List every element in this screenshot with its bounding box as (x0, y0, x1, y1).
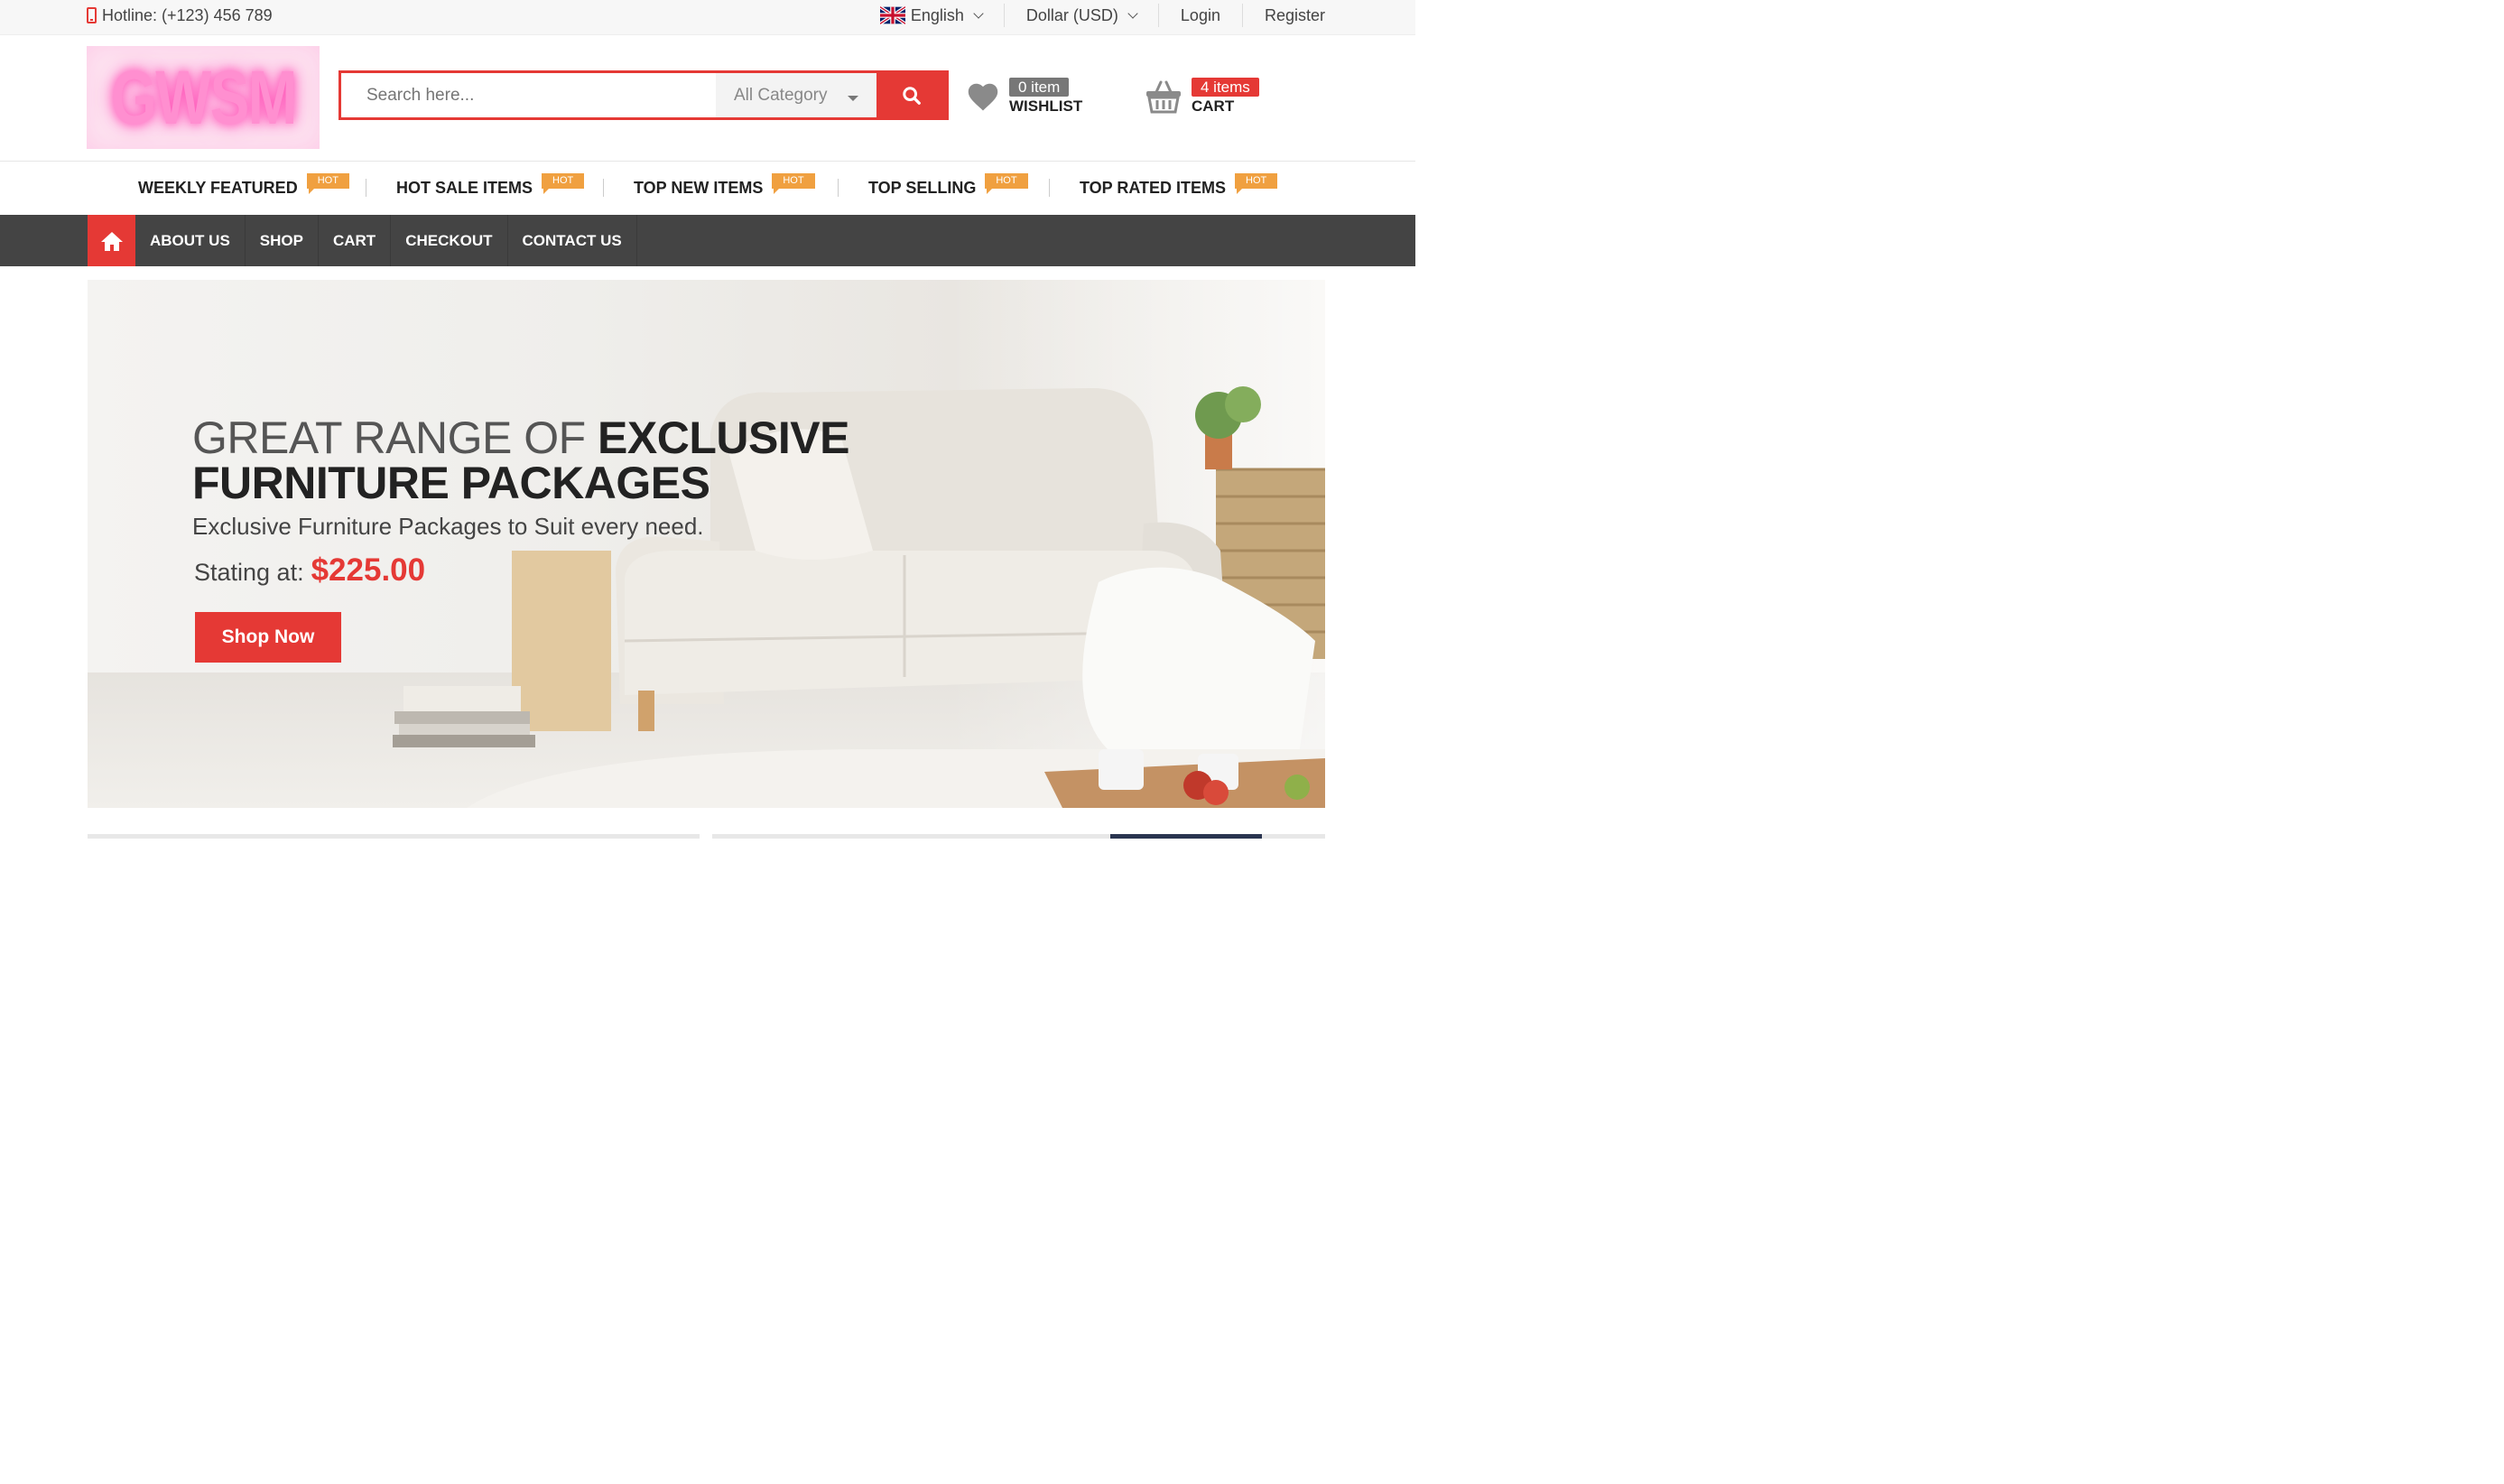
currency-label: Dollar (USD) (1025, 5, 1118, 24)
hero-banner: GREAT RANGE OF EXCLUSIVE FURNITURE PACKA… (88, 280, 1325, 808)
wishlist-text: 0 item WISHLIST (1009, 78, 1082, 116)
hot-tag: HOT (306, 172, 349, 194)
nav-menu: ABOUT US SHOP CART CHECKOUT CONTACT US (135, 215, 637, 266)
hot-tag: HOT (772, 172, 815, 194)
logo-text: GWSM (110, 54, 297, 140)
search-bar: All Category (339, 70, 949, 120)
currency-selector[interactable]: Dollar (USD) (1003, 4, 1158, 27)
hot-item-weekly-featured[interactable]: WEEKLY FEATURED HOT (138, 161, 349, 215)
cart-label: CART (1192, 97, 1235, 115)
search-button[interactable] (876, 73, 946, 117)
hot-item-label: TOP SELLING (868, 178, 977, 197)
home-button[interactable] (88, 215, 135, 266)
hot-item-hot-sale[interactable]: HOT SALE ITEMS HOT (396, 161, 585, 215)
search-input[interactable] (341, 73, 716, 117)
register-label: Register (1264, 5, 1325, 24)
register-link[interactable]: Register (1241, 4, 1325, 27)
divider (1049, 179, 1050, 197)
hot-item-top-new[interactable]: TOP NEW ITEMS HOT (634, 161, 815, 215)
shop-now-button[interactable]: Shop Now (195, 612, 341, 663)
hero-title-light: GREAT RANGE OF (192, 413, 598, 463)
main-nav: ABOUT US SHOP CART CHECKOUT CONTACT US (0, 215, 1415, 266)
promo-banner-image (1110, 834, 1262, 839)
hero-title-bold-2: FURNITURE PACKAGES (192, 458, 710, 508)
language-selector[interactable]: English (858, 4, 1004, 27)
cart-link[interactable]: 4 items CART (1145, 78, 1259, 116)
login-label: Login (1180, 5, 1220, 24)
nav-item-about-us[interactable]: ABOUT US (135, 215, 246, 266)
search-icon (902, 86, 921, 105)
hot-tag: HOT (542, 172, 585, 194)
top-bar: Hotline: (+123) 456 789 English Dollar (… (0, 0, 1415, 35)
nav-item-checkout[interactable]: CHECKOUT (391, 215, 508, 266)
caret-down-icon (848, 96, 858, 101)
hero-price: $225.00 (311, 552, 426, 588)
hot-item-top-rated[interactable]: TOP RATED ITEMS HOT (1080, 161, 1278, 215)
nav-item-shop[interactable]: SHOP (246, 215, 319, 266)
nav-item-contact-us[interactable]: CONTACT US (508, 215, 637, 266)
uk-flag-icon (879, 6, 905, 24)
hot-item-label: WEEKLY FEATURED (138, 178, 298, 197)
site-logo[interactable]: GWSM (87, 46, 320, 149)
basket-icon (1146, 80, 1181, 114)
wishlist-link[interactable]: 0 item WISHLIST (966, 78, 1082, 116)
hero-subtitle: Exclusive Furniture Packages to Suit eve… (192, 513, 704, 540)
category-select[interactable]: All Category (716, 73, 876, 117)
language-label: English (910, 5, 964, 24)
divider (838, 179, 839, 197)
hero-title: GREAT RANGE OF EXCLUSIVE FURNITURE PACKA… (192, 415, 849, 505)
nav-item-cart[interactable]: CART (319, 215, 392, 266)
hot-item-top-selling[interactable]: TOP SELLING HOT (868, 161, 1028, 215)
home-icon (100, 231, 123, 251)
hot-item-label: HOT SALE ITEMS (396, 178, 533, 197)
login-link[interactable]: Login (1157, 4, 1242, 27)
promo-banner-left[interactable] (88, 834, 700, 839)
sofa-illustration (393, 386, 1325, 808)
hot-tag: HOT (985, 172, 1028, 194)
cart-count-badge: 4 items (1192, 78, 1259, 97)
cart-text: 4 items CART (1192, 78, 1259, 116)
hero-price-line: Stating at: $225.00 (194, 552, 425, 589)
hot-item-label: TOP RATED ITEMS (1080, 178, 1227, 197)
category-label: All Category (734, 85, 828, 105)
hero-title-bold-1: EXCLUSIVE (598, 413, 849, 463)
hot-tag: HOT (1235, 172, 1278, 194)
chevron-down-icon (973, 7, 984, 19)
divider (603, 179, 604, 197)
chevron-down-icon (1127, 7, 1138, 19)
price-label: Stating at: (194, 559, 304, 586)
hotline: Hotline: (+123) 456 789 (87, 0, 273, 31)
hot-item-label: TOP NEW ITEMS (634, 178, 764, 197)
phone-icon (87, 7, 97, 23)
wishlist-label: WISHLIST (1009, 97, 1083, 115)
wishlist-count-badge: 0 item (1009, 78, 1070, 97)
heart-icon (968, 83, 998, 111)
hotline-text: Hotline: (+123) 456 789 (102, 5, 273, 24)
top-links: English Dollar (USD) Login Register (858, 0, 1325, 31)
